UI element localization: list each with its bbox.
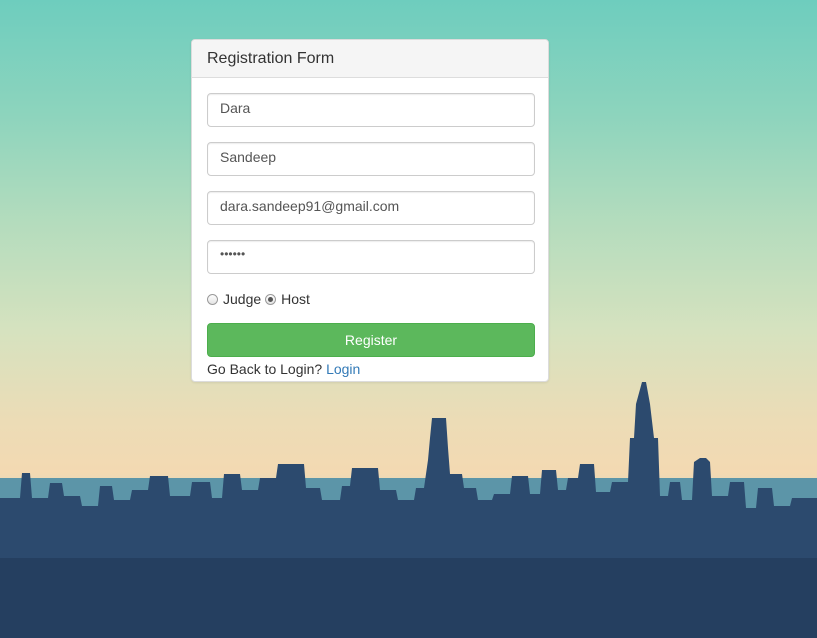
- judge-label: Judge: [223, 291, 262, 307]
- first-name-input[interactable]: Dara: [207, 93, 535, 127]
- judge-radio[interactable]: [207, 293, 218, 305]
- back-to-login-line: Go Back to Login? Login: [207, 361, 533, 377]
- role-option-judge[interactable]: Judge: [207, 291, 261, 307]
- password-input[interactable]: ••••••: [207, 240, 535, 274]
- host-label: Host: [281, 291, 310, 307]
- role-radio-group: Judge Host: [207, 289, 533, 309]
- back-to-login-prompt: Go Back to Login?: [207, 361, 323, 377]
- last-name-input[interactable]: Sandeep: [207, 142, 535, 176]
- email-input[interactable]: dara.sandeep91@gmail.com: [207, 191, 535, 225]
- login-link[interactable]: Login: [326, 361, 360, 377]
- host-radio[interactable]: [265, 293, 277, 305]
- registration-panel: Registration Form Dara Sandeep dara.sand…: [191, 39, 549, 382]
- role-option-host[interactable]: Host: [265, 291, 310, 307]
- city-skyline-image: [0, 382, 817, 638]
- register-button[interactable]: Register: [207, 323, 535, 357]
- registration-form: Dara Sandeep dara.sandeep91@gmail.com ••…: [192, 78, 548, 377]
- panel-title: Registration Form: [192, 40, 548, 78]
